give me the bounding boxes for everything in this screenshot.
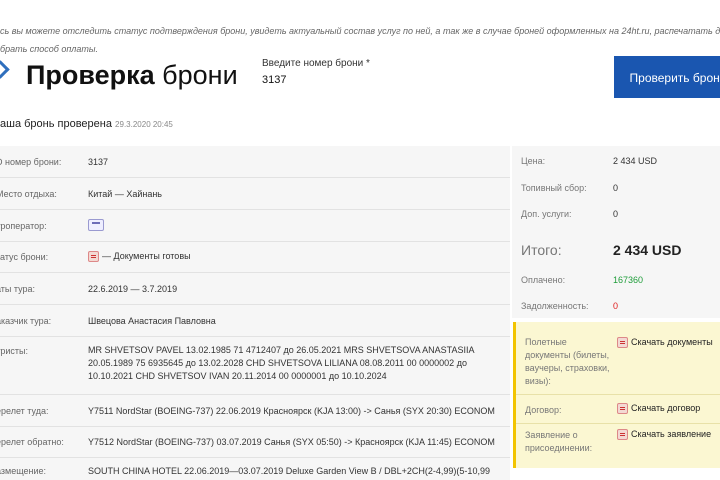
document-icon bbox=[88, 251, 99, 263]
detail-value: Y7511 NordStar (BOEING-737) 22.06.2019 К… bbox=[88, 406, 495, 416]
status-line: аша бронь проверена 29.3.2020 20:45 bbox=[0, 118, 173, 130]
chevron-right-icon bbox=[0, 60, 10, 79]
detail-label: аказчик тура: bbox=[0, 316, 52, 326]
divider bbox=[516, 394, 720, 395]
detail-value: Китай — Хайнань bbox=[88, 189, 162, 199]
detail-label: уроператор: bbox=[0, 221, 47, 231]
tour-operator-logo bbox=[88, 219, 104, 233]
detail-value: — Документы готовы bbox=[88, 251, 191, 263]
intro-line-1: сь вы можете отследить статус подтвержде… bbox=[0, 26, 720, 36]
detail-label: Место отдыха: bbox=[0, 189, 57, 199]
price-summary: Цена: 2 434 USD Топивный сбор: 0 Доп. ус… bbox=[512, 146, 720, 318]
check-booking-button[interactable]: Проверить брони bbox=[614, 56, 720, 98]
application-label: Заявление о присоединении: bbox=[525, 430, 593, 453]
page-title: Проверка брони bbox=[26, 58, 238, 92]
detail-row: татус брони: — Документы готовы bbox=[0, 241, 510, 273]
document-icon bbox=[617, 429, 628, 441]
debt-label: Задолженность: bbox=[521, 301, 589, 311]
crown-icon bbox=[88, 219, 104, 231]
booking-number-field[interactable]: Введите номер брони * 3137 bbox=[254, 56, 614, 98]
status-text: аша бронь проверена bbox=[0, 118, 112, 130]
page-title-rest: брони bbox=[154, 60, 238, 90]
detail-row: азмещение: SOUTH CHINA HOTEL 22.06.2019—… bbox=[0, 457, 510, 480]
booking-details: D номер брони: 3137 Место отдыха: Китай … bbox=[0, 146, 510, 480]
intro-text: сь вы можете отследить статус подтвержде… bbox=[0, 22, 720, 58]
documents-panel: Полетные документы (билеты, ваучеры, стр… bbox=[513, 322, 720, 468]
document-icon bbox=[617, 403, 628, 415]
detail-label: ерелет обратно: bbox=[0, 437, 64, 447]
detail-row: Место отдыха: Китай — Хайнань bbox=[0, 177, 510, 210]
detail-row: D номер брони: 3137 bbox=[0, 146, 510, 178]
booking-check-header: Проверка брони Введите номер брони * 313… bbox=[0, 56, 720, 98]
detail-row: уроператор: bbox=[0, 209, 510, 242]
detail-value: 3137 bbox=[88, 157, 109, 167]
detail-label: D номер брони: bbox=[0, 157, 62, 167]
detail-row: уристы: MR SHVETSOV PAVEL 13.02.1985 71 … bbox=[0, 336, 510, 395]
detail-value: MR SHVETSOV PAVEL 13.02.1985 71 4712407 … bbox=[88, 345, 474, 381]
contract-label: Договор: bbox=[525, 405, 562, 415]
fuel-label: Топивный сбор: bbox=[521, 183, 587, 193]
price-value: 2 434 USD bbox=[613, 156, 658, 166]
detail-label: азмещение: bbox=[0, 466, 47, 476]
detail-label: аты тура: bbox=[0, 284, 36, 294]
debt-value: 0 bbox=[613, 301, 619, 311]
download-application-label: Скачать заявление bbox=[631, 429, 712, 439]
booking-number-input[interactable]: 3137 bbox=[262, 74, 286, 86]
page-title-bold: Проверка bbox=[26, 60, 155, 90]
total-label: Итого: bbox=[521, 242, 562, 258]
detail-row: ерелет туда: Y7511 NordStar (BOEING-737)… bbox=[0, 394, 510, 427]
detail-row: ерелет обратно: Y7512 NordStar (BOEING-7… bbox=[0, 426, 510, 458]
detail-value: SOUTH CHINA HOTEL 22.06.2019—03.07.2019 … bbox=[88, 466, 490, 476]
detail-row: аказчик тура: Швецова Анастасия Павловна bbox=[0, 304, 510, 337]
download-documents-link[interactable]: Скачать документы bbox=[617, 337, 713, 349]
detail-label: ерелет туда: bbox=[0, 406, 49, 416]
paid-label: Оплачено: bbox=[521, 275, 566, 285]
status-timestamp: 29.3.2020 20:45 bbox=[115, 120, 173, 129]
flight-documents-label: Полетные документы (билеты, ваучеры, стр… bbox=[525, 337, 610, 386]
detail-value: 22.6.2019 — 3.7.2019 bbox=[88, 284, 178, 294]
extra-services-value: 0 bbox=[613, 209, 619, 219]
divider bbox=[516, 423, 720, 424]
detail-label: уристы: bbox=[0, 346, 29, 356]
price-label: Цена: bbox=[521, 156, 546, 166]
detail-label: татус брони: bbox=[0, 252, 49, 262]
fuel-value: 0 bbox=[613, 183, 619, 193]
document-icon bbox=[617, 337, 628, 349]
booking-status-value: — Документы готовы bbox=[102, 251, 191, 261]
booking-number-label: Введите номер брони * bbox=[262, 58, 370, 69]
detail-value: Швецова Анастасия Павловна bbox=[88, 316, 216, 326]
download-contract-link[interactable]: Скачать договор bbox=[617, 403, 701, 415]
extra-services-label: Доп. услуги: bbox=[521, 209, 572, 219]
total-value: 2 434 USD bbox=[613, 242, 682, 258]
download-application-link[interactable]: Скачать заявление bbox=[617, 429, 712, 441]
detail-value: Y7512 NordStar (BOEING-737) 03.07.2019 С… bbox=[88, 437, 495, 447]
download-documents-label: Скачать документы bbox=[631, 337, 713, 347]
paid-value: 167360 bbox=[613, 275, 644, 285]
download-contract-label: Скачать договор bbox=[631, 403, 701, 413]
detail-row: аты тура: 22.6.2019 — 3.7.2019 bbox=[0, 272, 510, 305]
